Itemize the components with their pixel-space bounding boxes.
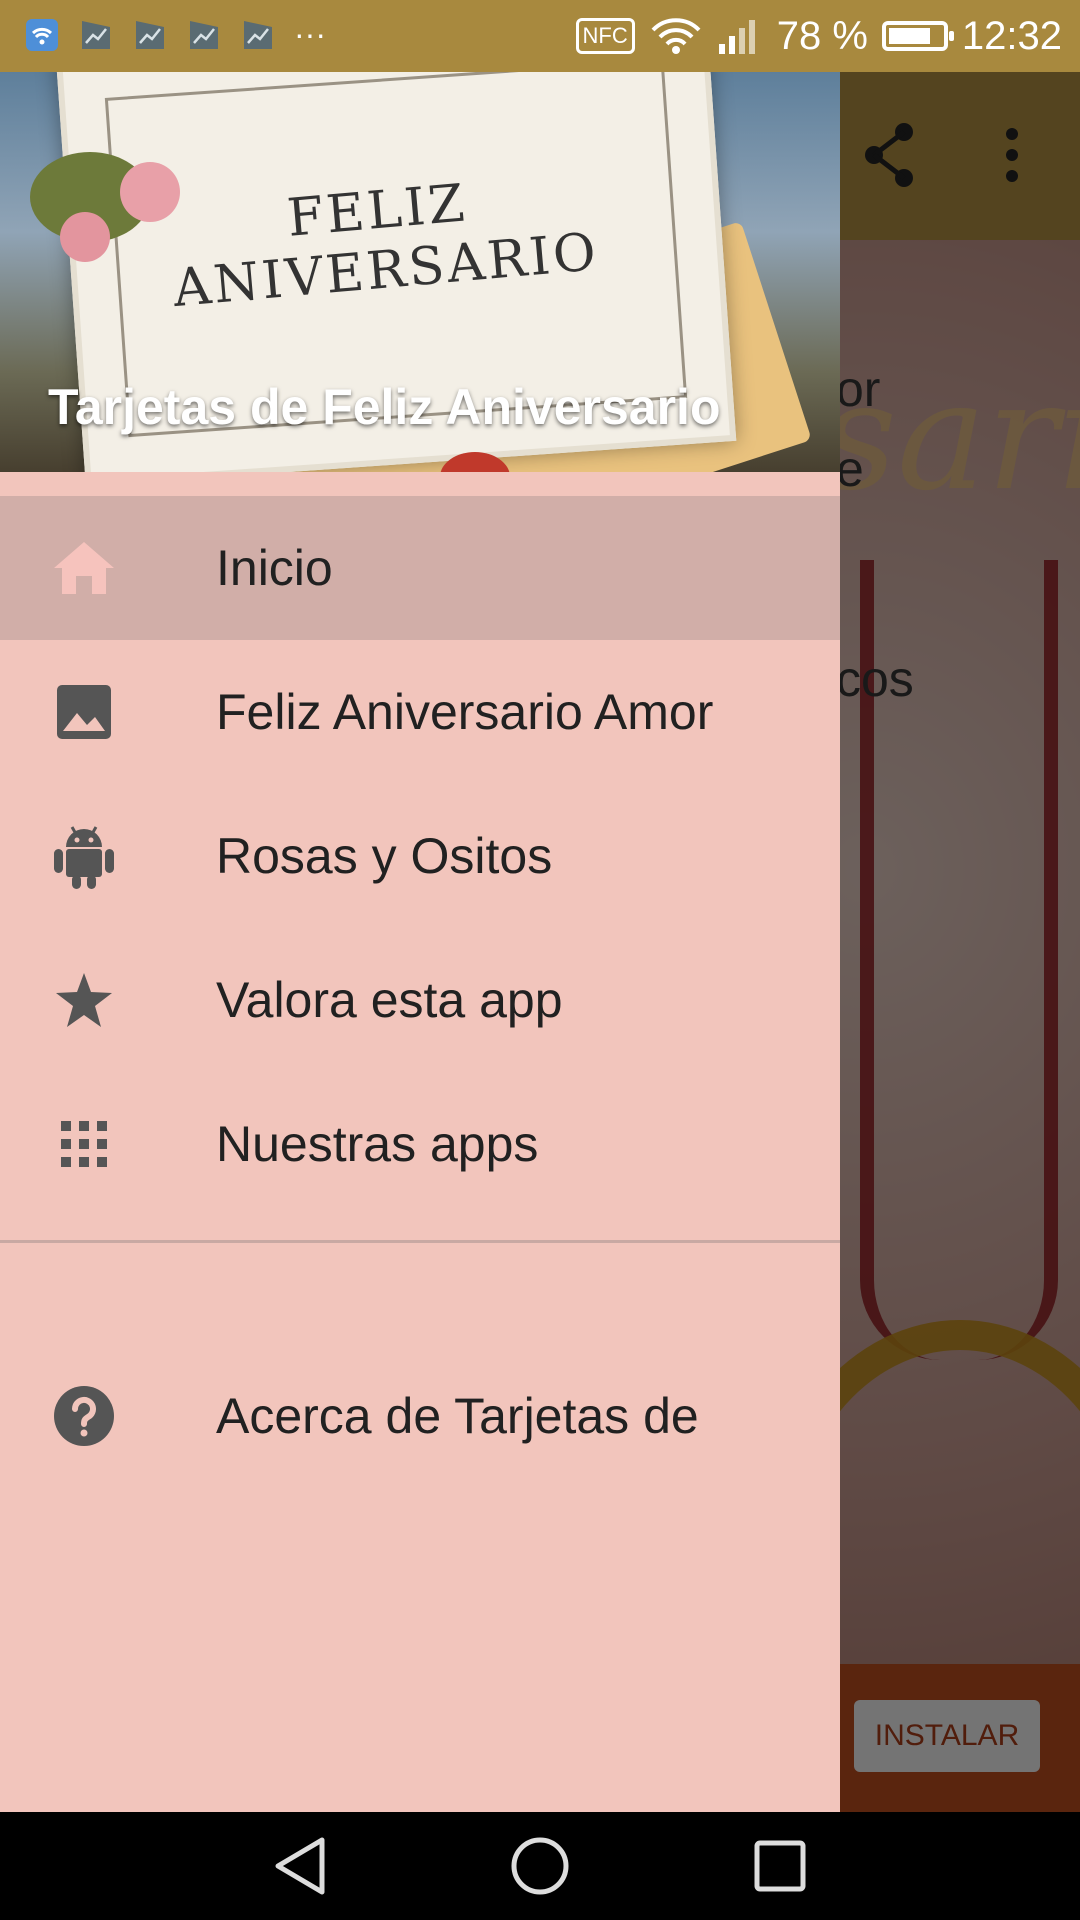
- menu-item-label: Valora esta app: [216, 972, 563, 1028]
- chart-notification-icon: [78, 17, 114, 53]
- recents-button[interactable]: [750, 1836, 810, 1896]
- help-icon: [52, 1384, 116, 1448]
- more-notifications: ···: [294, 16, 326, 52]
- status-bar: ··· NFC 78 % 12:32: [0, 0, 1080, 72]
- menu-item-rosas-y-ositos[interactable]: Rosas y Ositos: [0, 784, 840, 928]
- menu-item-valora-esta-app[interactable]: Valora esta app: [0, 928, 840, 1072]
- wifi-notification-icon: [24, 17, 60, 53]
- android-icon: [52, 824, 116, 889]
- menu-item-acerca-de[interactable]: Acerca de Tarjetas de: [0, 1344, 840, 1488]
- system-navigation-bar: [0, 1812, 1080, 1920]
- nfc-icon: NFC: [575, 18, 635, 54]
- menu-item-nuestras-apps[interactable]: Nuestras apps: [0, 1072, 840, 1216]
- battery-fill: [888, 28, 930, 44]
- clock: 12:32: [961, 13, 1062, 58]
- drawer-header-title: Tarjetas de Feliz Aniversario: [48, 379, 721, 435]
- star-icon: [52, 968, 116, 1032]
- rose-image: [60, 212, 110, 262]
- drawer-menu: Inicio Feliz Aniversario Amor Rosas y Os…: [0, 496, 840, 1216]
- menu-item-inicio[interactable]: Inicio: [0, 496, 840, 640]
- grid-icon: [52, 1112, 116, 1176]
- image-icon: [52, 680, 116, 744]
- drawer-divider: [0, 1240, 840, 1243]
- home-button[interactable]: [510, 1836, 570, 1896]
- menu-item-label: Feliz Aniversario Amor: [216, 684, 714, 740]
- battery-percent: 78 %: [776, 13, 868, 58]
- chart-notification-icon: [186, 17, 222, 53]
- home-icon: [52, 536, 116, 600]
- battery-icon: [881, 21, 954, 51]
- chart-notification-icon: [240, 17, 276, 53]
- drawer-header: FELIZ ANIVERSARIO Tarjetas de Feliz Aniv…: [0, 72, 840, 472]
- wifi-icon: [649, 16, 703, 56]
- navigation-drawer: FELIZ ANIVERSARIO Tarjetas de Feliz Aniv…: [0, 72, 840, 1812]
- back-button[interactable]: [270, 1836, 330, 1896]
- menu-item-feliz-aniversario-amor[interactable]: Feliz Aniversario Amor: [0, 640, 840, 784]
- menu-item-label: Nuestras apps: [216, 1116, 539, 1172]
- chart-notification-icon: [132, 17, 168, 53]
- menu-item-label: Rosas y Ositos: [216, 828, 553, 884]
- menu-item-label: Inicio: [216, 540, 333, 596]
- menu-item-label: Acerca de Tarjetas de: [216, 1388, 699, 1444]
- signal-icon: [717, 16, 763, 56]
